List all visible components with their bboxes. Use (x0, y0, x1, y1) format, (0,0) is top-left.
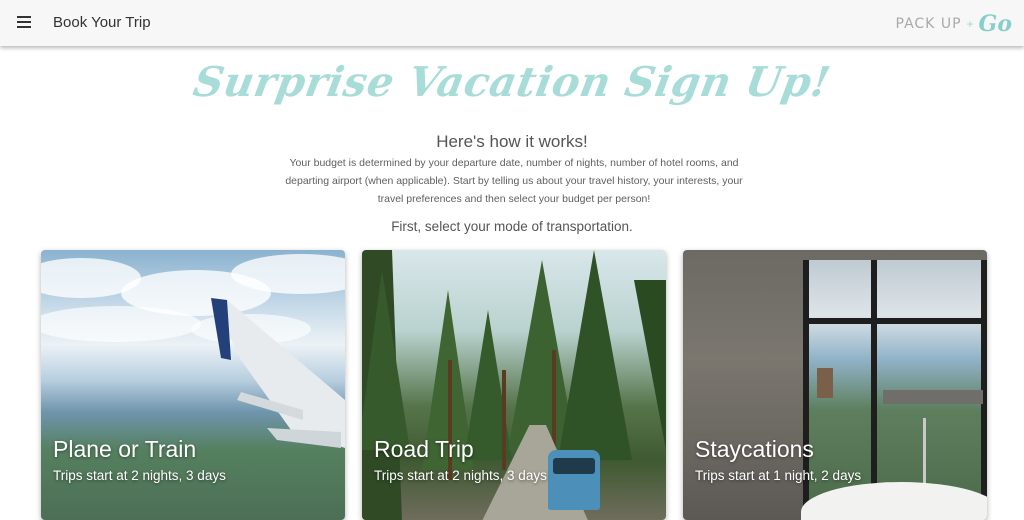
brand-logo[interactable]: PACK UP + Go (896, 10, 1012, 38)
card-title: Staycations (695, 436, 814, 462)
card-plane-or-train[interactable]: Plane or Train Trips start at 2 nights, … (41, 250, 345, 520)
how-it-works-heading: Here's how it works! (436, 132, 588, 151)
card-subtitle: Trips start at 2 nights, 3 days (53, 468, 226, 483)
card-subtitle: Trips start at 1 night, 2 days (695, 468, 862, 483)
card-title: Plane or Train (53, 436, 197, 462)
page-headline: Surprise Vacation Sign Up! (189, 58, 835, 106)
hamburger-menu-icon[interactable] (16, 15, 34, 31)
brand-go: Go (978, 11, 1012, 37)
card-road-trip[interactable]: Road Trip Trips start at 2 nights, 3 day… (362, 250, 666, 520)
card-staycations[interactable]: Staycations Trips start at 1 night, 2 da… (683, 250, 987, 520)
transportation-prompt: First, select your mode of transportatio… (391, 219, 633, 234)
card-title: Road Trip (374, 436, 474, 462)
brand-plus: + (966, 17, 974, 31)
app-bar-title: Book Your Trip (53, 14, 151, 31)
app-bar: Book Your Trip PACK UP + Go (0, 0, 1024, 46)
brand-text: PACK UP (895, 16, 962, 32)
how-it-works-description: Your budget is determined by your depart… (285, 157, 743, 205)
card-subtitle: Trips start at 2 nights, 3 days (374, 468, 547, 483)
